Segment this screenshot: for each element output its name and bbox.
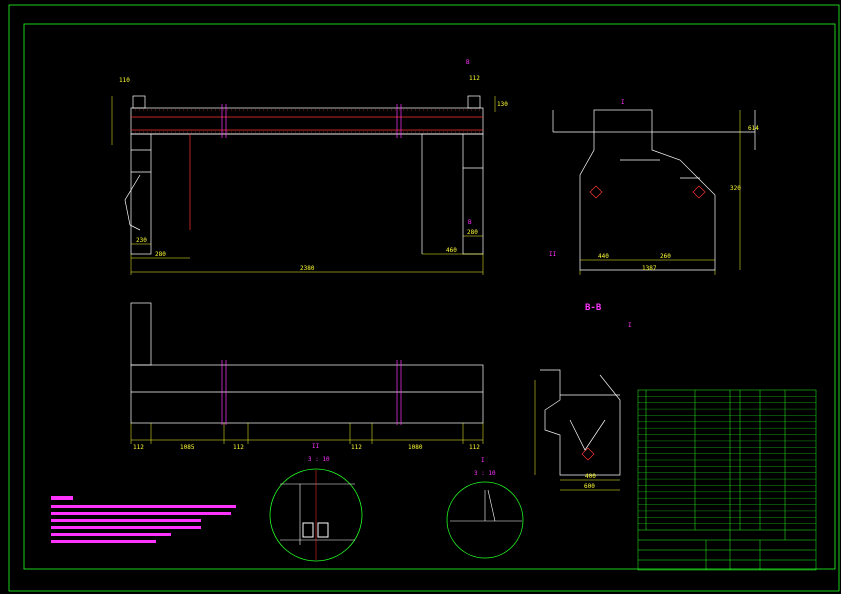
- detail-ii-circle: [269, 468, 363, 562]
- title-block-rows: [638, 396, 816, 524]
- top-view-dimensions: [111, 96, 496, 275]
- outer-frame: [8, 4, 840, 592]
- bb-section-title: B-B: [585, 303, 602, 313]
- right-inner-dim: 280: [467, 229, 478, 236]
- overall-length-dim: 2380: [300, 265, 315, 272]
- detail-ii-label: II: [312, 443, 320, 450]
- bb-dim-400: 400: [585, 473, 596, 480]
- front-dim-1: 112: [133, 444, 144, 451]
- marker-b-top: B: [466, 59, 470, 66]
- technical-notes: [51, 496, 236, 543]
- section-view: [552, 109, 756, 271]
- cad-drawing-canvas: 2380 280 230 460 280 110 112 130 B B II …: [8, 4, 840, 592]
- section-dim-height: 614: [748, 125, 759, 132]
- front-dim-6: 112: [469, 444, 480, 451]
- front-dim-3: 112: [233, 444, 244, 451]
- marker-i-bb: I: [628, 322, 632, 329]
- top-right-dim: 112: [469, 75, 480, 82]
- front-dim-2: 1085: [180, 444, 195, 451]
- right-side-dim: 130: [497, 101, 508, 108]
- front-elevation-view: [130, 302, 484, 425]
- marker-i-top: I: [621, 99, 625, 106]
- detail-i-label: I: [481, 457, 485, 464]
- detail-ii-scale: 3 : 10: [308, 456, 330, 463]
- marker-b-bottom: B: [468, 219, 472, 226]
- front-dim-4: 112: [351, 444, 362, 451]
- section-dim-440: 440: [598, 253, 609, 260]
- bb-section-view: [540, 369, 621, 476]
- top-view-red-rivets: [135, 109, 480, 133]
- inner-frame: [23, 23, 836, 570]
- section-dim-right: 320: [730, 185, 741, 192]
- section-dim-260: 260: [660, 253, 671, 260]
- front-dim-5: 1080: [408, 444, 423, 451]
- section-view-dims: [579, 110, 741, 275]
- section-dim-total: 1387: [642, 265, 657, 272]
- title-block: [637, 389, 817, 571]
- left-inner-dim: 230: [136, 237, 147, 244]
- left-leg-dim: 280: [155, 251, 166, 258]
- detail-i-circle: [446, 481, 524, 559]
- front-view-dimensions: [130, 423, 484, 444]
- top-left-dim: 110: [119, 77, 130, 84]
- marker-ii: II: [549, 251, 557, 258]
- detail-i-scale: 3 : 10: [474, 470, 496, 477]
- right-offset-dim: 460: [446, 247, 457, 254]
- bb-dim-600: 600: [584, 483, 595, 490]
- top-elevation-view: [124, 95, 484, 255]
